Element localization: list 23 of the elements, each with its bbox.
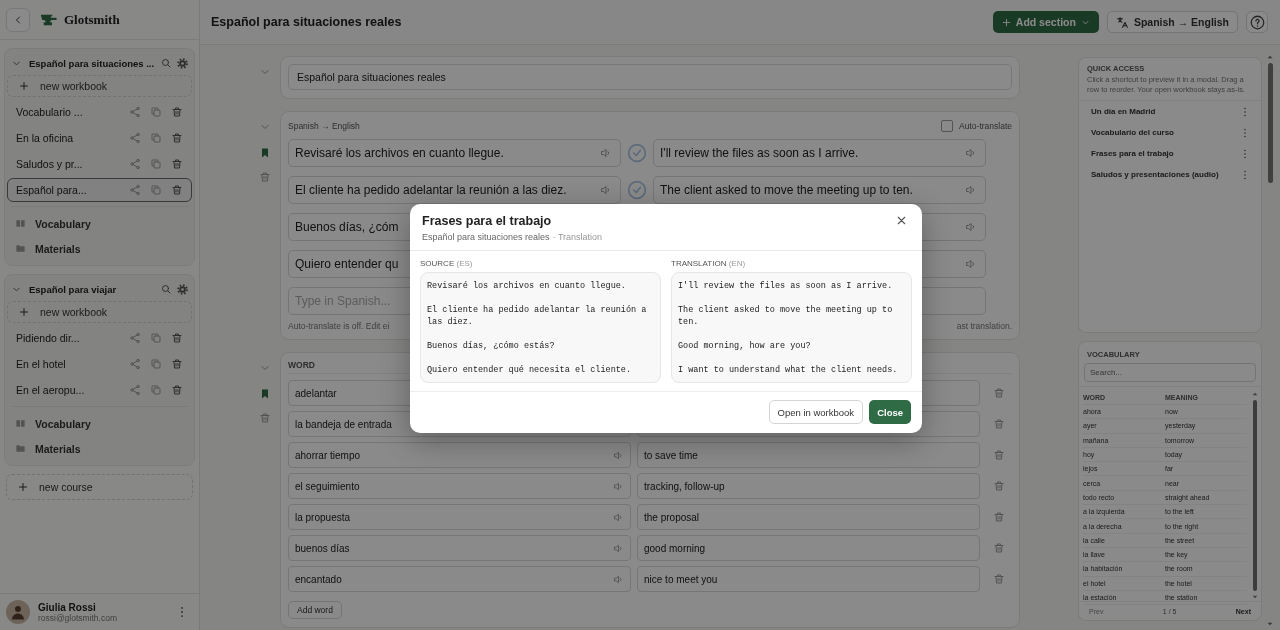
sentence: Quiero entender qué necesita el cliente. bbox=[427, 364, 633, 376]
language-label: Spanish → English bbox=[288, 121, 360, 131]
column-label: SOURCE bbox=[420, 259, 455, 268]
language-code: (ES) bbox=[456, 259, 473, 268]
user-email: rossi@glotsmith.com bbox=[38, 612, 118, 623]
sentence: Revisaré los archivos en cuanto llegue. bbox=[427, 280, 627, 292]
language-code: (EN) bbox=[728, 259, 746, 268]
page-title: Español para situaciones reales bbox=[211, 15, 403, 29]
dialog-subtitle: Español para situaciones reales bbox=[422, 232, 550, 242]
sentence: Good morning, how are you? bbox=[678, 340, 812, 352]
sentence: El cliente ha pedido adelantar la reunión a las diez. bbox=[427, 304, 648, 328]
note-text: ast translation. bbox=[956, 321, 1012, 331]
column-label: TRANSLATION bbox=[671, 259, 727, 268]
sentence: I'll review the files as soon as I arrive. bbox=[678, 280, 894, 292]
dialog-title: Frases para el trabajo bbox=[422, 214, 553, 228]
dialog-kind: · Translation bbox=[552, 232, 603, 242]
note-text: Auto-translate is off. Edit ei bbox=[288, 321, 390, 331]
user-name: Giulia Rossi bbox=[38, 601, 97, 613]
sentence: Buenos días, ¿cómo estás? bbox=[427, 340, 556, 352]
column-header: WORD bbox=[288, 360, 315, 370]
sentence: I want to understand what the client needs. bbox=[678, 364, 899, 376]
app-name: Glotsmith bbox=[64, 11, 120, 28]
sentence: The client asked to move the meeting up to ten. bbox=[678, 304, 894, 328]
